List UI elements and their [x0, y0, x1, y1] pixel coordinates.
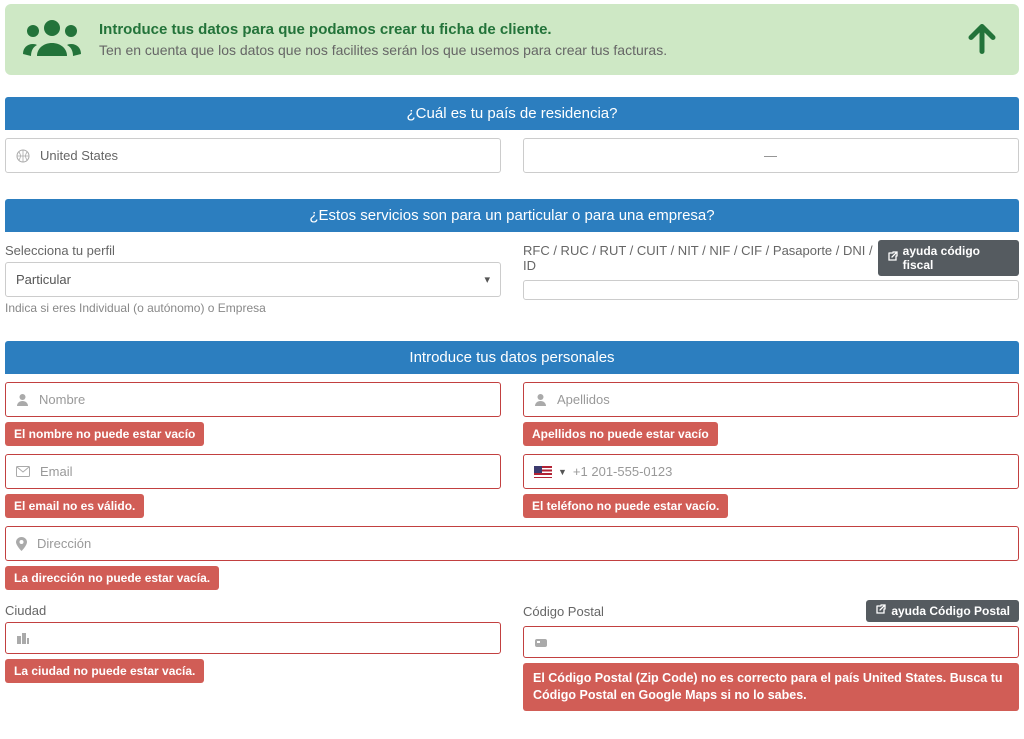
- flag-placeholder: —: [534, 148, 1008, 163]
- email-error: El email no es válido.: [5, 494, 144, 518]
- city-error: La ciudad no puede estar vacía.: [5, 659, 204, 683]
- profile-selected: Particular: [16, 272, 71, 287]
- globe-icon: [16, 149, 30, 163]
- help-zip-button[interactable]: ayuda Código Postal: [866, 600, 1019, 622]
- city-icon: [16, 632, 30, 644]
- country-value: United States: [40, 148, 118, 163]
- name-placeholder: Nombre: [39, 392, 85, 407]
- external-link-icon: [875, 604, 886, 618]
- section-header-profile: ¿Estos servicios son para un particular …: [5, 199, 1019, 232]
- surname-error: Apellidos no puede estar vacío: [523, 422, 718, 446]
- mailbox-icon: [534, 636, 548, 648]
- email-input[interactable]: Email: [5, 454, 501, 489]
- phone-placeholder: +1 201-555-0123: [573, 464, 672, 479]
- envelope-icon: [16, 466, 30, 477]
- phone-input[interactable]: ▼ +1 201-555-0123: [523, 454, 1019, 489]
- zip-label: Código Postal: [523, 604, 604, 619]
- help-tax-button[interactable]: ayuda código fiscal: [878, 240, 1019, 276]
- scroll-up-icon[interactable]: [965, 21, 999, 58]
- profile-helper: Indica si eres Individual (o autónomo) o…: [5, 301, 501, 315]
- external-link-icon: [887, 251, 898, 265]
- email-placeholder: Email: [40, 464, 73, 479]
- person-icon: [534, 393, 547, 406]
- name-error: El nombre no puede estar vacío: [5, 422, 204, 446]
- zip-error: El Código Postal (Zip Code) no es correc…: [523, 663, 1019, 711]
- surname-input[interactable]: Apellidos: [523, 382, 1019, 417]
- address-placeholder: Dirección: [37, 536, 91, 551]
- country-select[interactable]: United States: [5, 138, 501, 173]
- country-flag-select[interactable]: —: [523, 138, 1019, 173]
- tax-id-label: RFC / RUC / RUT / CUIT / NIT / NIF / CIF…: [523, 243, 878, 273]
- person-icon: [16, 393, 29, 406]
- intro-subtitle: Ten en cuenta que los datos que nos faci…: [99, 42, 667, 58]
- address-error: La dirección no puede estar vacía.: [5, 566, 219, 590]
- pin-icon: [16, 537, 27, 551]
- phone-error: El teléfono no puede estar vacío.: [523, 494, 728, 518]
- section-header-country: ¿Cuál es tu país de residencia?: [5, 97, 1019, 130]
- zip-input[interactable]: [523, 626, 1019, 658]
- intro-title: Introduce tus datos para que podamos cre…: [99, 21, 667, 38]
- address-input[interactable]: Dirección: [5, 526, 1019, 561]
- people-icon: [23, 18, 81, 61]
- city-label: Ciudad: [5, 603, 501, 618]
- city-input[interactable]: [5, 622, 501, 654]
- intro-text: Introduce tus datos para que podamos cre…: [99, 21, 667, 58]
- name-input[interactable]: Nombre: [5, 382, 501, 417]
- chevron-down-icon: ▾: [484, 273, 490, 286]
- flag-us-icon[interactable]: ▼: [534, 466, 567, 478]
- profile-select[interactable]: Particular ▾: [5, 262, 501, 297]
- tax-id-input[interactable]: [523, 280, 1019, 300]
- section-header-personal: Introduce tus datos personales: [5, 341, 1019, 374]
- surname-placeholder: Apellidos: [557, 392, 610, 407]
- profile-select-label: Selecciona tu perfil: [5, 243, 501, 258]
- intro-banner: Introduce tus datos para que podamos cre…: [5, 4, 1019, 75]
